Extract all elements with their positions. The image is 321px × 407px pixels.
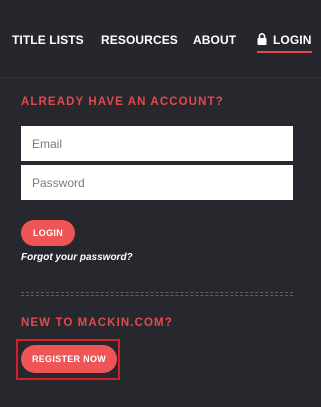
login-button[interactable]: LOGIN	[21, 220, 75, 246]
register-heading: NEW TO MACKIN.COM?	[21, 317, 173, 329]
nav-login-label: LOGIN	[273, 33, 312, 47]
section-divider	[21, 292, 293, 296]
email-field[interactable]	[21, 126, 293, 161]
lock-icon	[257, 33, 267, 45]
password-field[interactable]	[21, 165, 293, 200]
register-now-button[interactable]: REGISTER NOW	[21, 345, 117, 373]
top-navigation: TITLE LISTS RESOURCES ABOUT LOGIN	[0, 0, 321, 78]
nav-resources[interactable]: RESOURCES	[101, 33, 178, 47]
forgot-password-link[interactable]: Forgot your password?	[21, 252, 133, 263]
nav-title-lists[interactable]: TITLE LISTS	[12, 33, 84, 47]
login-page: TITLE LISTS RESOURCES ABOUT LOGIN ALREAD…	[0, 0, 321, 407]
nav-login[interactable]: LOGIN	[257, 33, 312, 53]
nav-about[interactable]: ABOUT	[193, 33, 236, 47]
login-heading: ALREADY HAVE AN ACCOUNT?	[21, 96, 224, 108]
